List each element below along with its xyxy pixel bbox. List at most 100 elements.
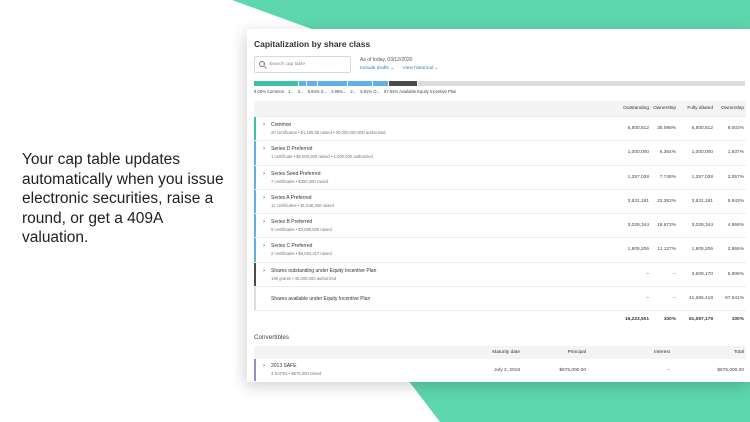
view-historical-link[interactable]: View historical ⌄ [403,66,439,71]
ownership-bar [254,81,746,86]
row-color-stripe [254,287,256,311]
fd-ownership-value: 4.958% [727,223,744,229]
fd-ownership-value: 2.057% [727,174,744,180]
share-class-name: Common [271,122,292,128]
total-fully-diluted: 61,097,179 [688,317,713,323]
fd-ownership-value: 1.637% [727,150,744,156]
convertible-interest: – [667,368,670,373]
headline: Your cap table updates automatically whe… [22,151,224,246]
chevron-right-icon[interactable]: › [263,219,265,225]
table-row[interactable]: › Series Seed Preferred 7 certificates • $… [254,164,746,189]
convertibles-title: Convertibles [254,334,289,341]
fd-ownership-value: 9.003% [727,126,744,131]
share-class-name: Series A Preferred [271,194,312,201]
convertible-sub: 3 SAFEs • $675,000 raised [271,371,322,376]
share-class-details: 20 certificates • $1,185,bb raised • 00,… [271,130,386,135]
share-class-details: 7 certificates • $350,300 raised [271,178,329,184]
fd-ownership-value: 67.541% [725,296,744,302]
ownership-bar-label: 1... [288,89,294,94]
ownership-value: 22.382% [657,198,676,204]
ownership-bar-label: 9.00% Common [254,89,285,94]
convertible-maturity: July 2, 2018 [494,368,520,373]
row-color-stripe [254,165,256,189]
share-class-name: Series C Preferred [271,243,313,250]
table-header: Outstanding Ownership Fully diluted Owne… [254,101,746,116]
share-class-details: 11 certificates • $1,548,250 raised [271,202,334,208]
ownership-bar-segment [418,81,745,86]
share-class-name: Series Seed Preferred [271,170,321,177]
convertible-total: $675,000.00 [717,368,744,373]
row-color-stripe [254,238,256,262]
card-title: Capitalization by share class [254,39,371,49]
row-color-stripe [254,189,256,214]
fully-diluted-value: 3,029,344 [691,223,713,229]
outstanding-value: 3,029,344 [627,223,649,229]
total-outstanding: 16,223,501 [624,317,649,323]
ownership-bar-segment [307,81,318,86]
chevron-right-icon[interactable]: › [263,268,265,274]
chevron-right-icon[interactable]: › [263,243,265,249]
table-row[interactable]: › Series A Preferred 11 certificates • $1,… [254,188,746,214]
cap-table: Outstanding Ownership Fully diluted Owne… [254,101,746,327]
col-interest: Interest [654,350,670,355]
outstanding-value: 3,631,191 [627,198,649,204]
search-input[interactable]: Search cap table [254,56,351,73]
ownership-bar-segment [373,81,388,86]
ownership-bar-segment [298,81,307,86]
ownership-value: – [673,271,676,277]
outstanding-value: 1,000,000 [627,150,649,156]
share-class-details: 2 certificates • $8,084,317 raised [271,251,332,257]
chevron-right-icon[interactable]: › [263,195,265,201]
ownership-bar-segment [318,81,347,86]
table-row[interactable]: Shares available under Equity Incentive … [254,286,746,311]
ownership-bar-segment [388,81,418,86]
ownership-bar-label: 2... [350,89,357,94]
share-class-name: Series B Preferred [271,219,313,226]
col-principal: Principal [567,350,586,355]
ownership-value: – [673,296,676,302]
ownership-bar-label: 5.91% O... [360,89,381,94]
totals-row: 16,223,501 100% 61,097,179 100% [254,310,746,327]
fd-ownership-value: 2.955% [727,247,744,253]
ownership-value: 18.672% [657,223,676,229]
share-class-details: 9 certificates • $3,099,809 raised [271,227,332,233]
chevron-right-icon[interactable]: › [263,171,265,177]
outstanding-value: 5,500,812 [627,126,649,131]
row-color-stripe [254,141,256,165]
ownership-bar-label: 5.94% S... [307,89,328,94]
convertibles-header: Maturity date Principal Interest Total [254,346,746,359]
table-row[interactable]: › Shares outstanding under Equity Incenti… [254,261,746,287]
share-class-details: 1 certificate • $5,000,000 raised • 1,00… [271,154,373,160]
row-color-stripe [254,214,256,238]
ownership-value: 35.098% [657,126,676,131]
row-color-stripe [254,359,256,381]
include-drafts-link[interactable]: Include drafts ⌄ [360,66,394,71]
outstanding-value: – [646,271,649,277]
table-row[interactable]: › Common 20 certificates • $1,185,bb raise… [254,116,746,141]
outstanding-value: 1,257,038 [627,174,649,180]
share-class-name: Shares outstanding under Equity Incentiv… [271,267,377,274]
fully-diluted-value: 3,631,191 [691,198,713,204]
ownership-bar-labels: 9.00% Common 1... 2... 5.94% S... 4.95%... 2.… [254,89,460,94]
view-links: Include drafts ⌄ View historical ⌄ [360,66,445,71]
table-row[interactable]: › Series B Preferred 9 certificates • $3,0… [254,213,746,238]
convertible-row[interactable]: › 2013 SAFE 3 SAFEs • $675,000 raised Ju… [254,359,746,381]
row-color-stripe [254,117,256,141]
chevron-right-icon[interactable]: › [263,146,265,152]
fd-ownership-value: 5.906% [727,271,744,277]
chevron-right-icon[interactable]: › [263,363,265,369]
col-ownership: Ownership [653,106,676,111]
chevron-right-icon[interactable]: › [263,122,265,128]
fully-diluted-value: 5,500,812 [691,126,713,131]
search-icon [259,61,265,67]
ownership-bar-label: 2... [297,89,304,94]
col-total: Total [733,350,744,355]
fully-diluted-value: 1,257,038 [691,174,713,180]
cap-table-card: Capitalization by share class Search cap… [247,29,750,382]
ownership-bar-segment [254,81,298,86]
fully-diluted-value: 3,609,170 [691,271,713,277]
table-row[interactable]: › Series C Preferred 2 certificates • $8,0… [254,237,746,262]
table-row[interactable]: › Series D Preferred 1 certificate • $5,00… [254,140,746,165]
ownership-value: 11.127% [657,247,676,253]
outstanding-value: – [646,296,649,302]
